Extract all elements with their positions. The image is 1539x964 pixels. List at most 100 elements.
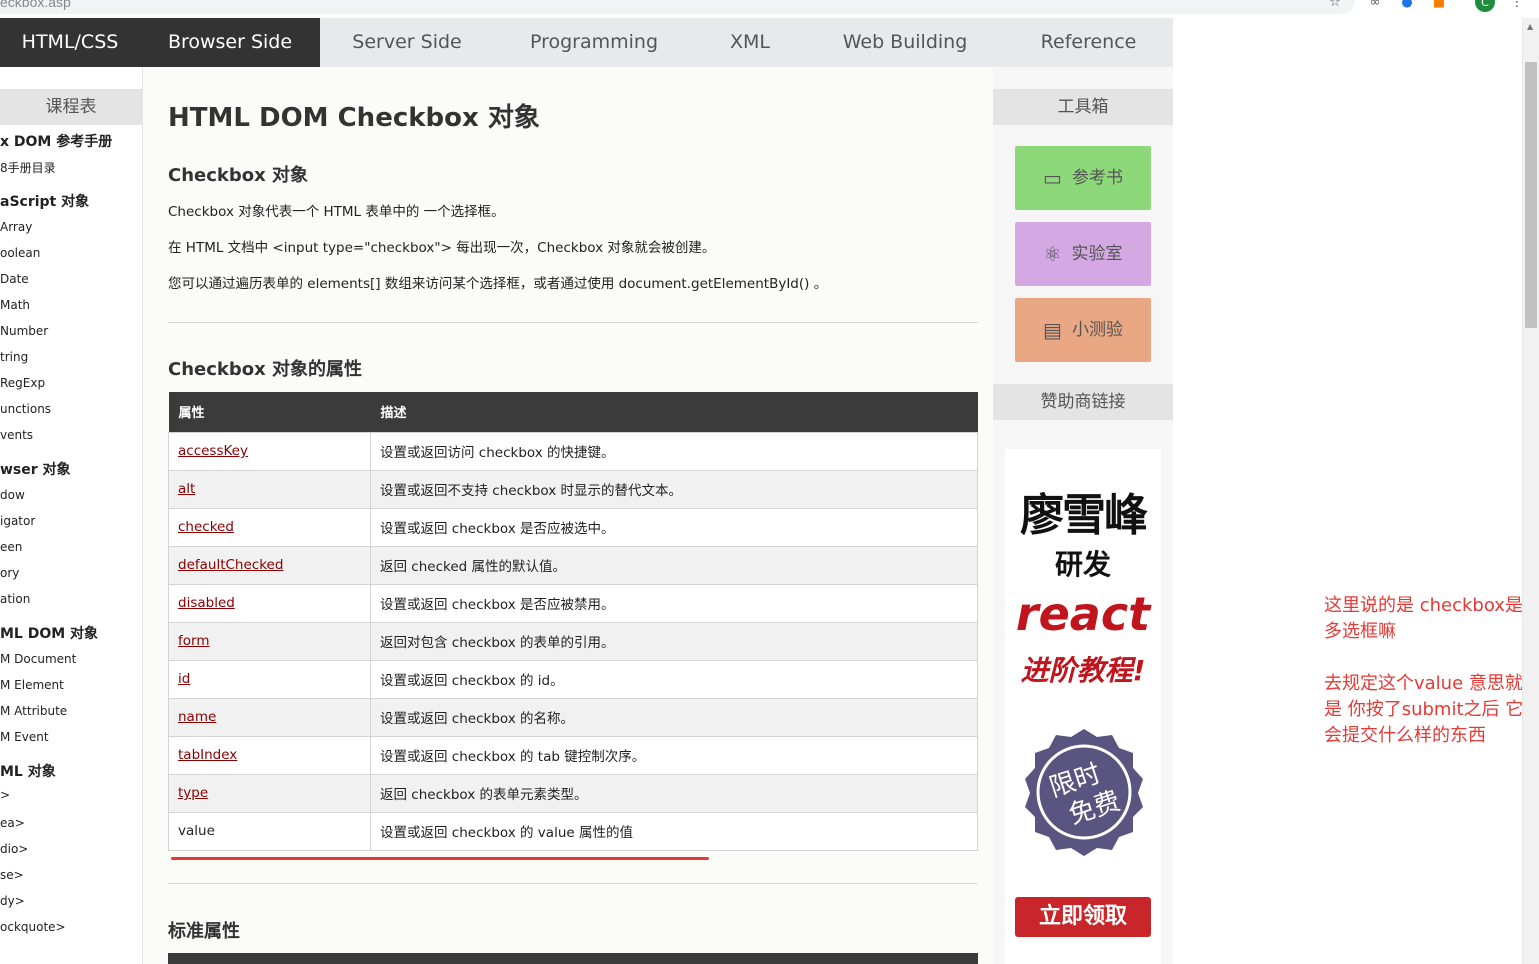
sidebar-link[interactable]: oolean xyxy=(0,246,40,260)
sidebar-link[interactable]: igator xyxy=(0,514,35,528)
sidebar-link[interactable]: se> xyxy=(0,868,24,882)
table-row: alt 设置或返回不支持 checkbox 时显示的替代文本。 xyxy=(168,469,978,509)
nav-item-server-side[interactable]: Server Side xyxy=(320,18,494,67)
section-title-standard-properties: 标准属性 xyxy=(168,921,240,942)
ad-react-text: react xyxy=(1015,587,1151,641)
property-cell: value xyxy=(168,811,371,851)
standard-properties-table-header xyxy=(168,953,978,964)
sidebar-link[interactable]: tring xyxy=(0,350,28,364)
property-link-alt[interactable]: alt xyxy=(178,481,195,497)
table-row: form 返回对包含 checkbox 的表单的引用。 xyxy=(168,621,978,661)
menu-dots-icon[interactable]: ⋮ xyxy=(1510,0,1524,10)
property-link-defaultchecked[interactable]: defaultChecked xyxy=(178,557,283,573)
sidebar-link[interactable]: Number xyxy=(0,324,48,338)
sidebar-link[interactable]: ea> xyxy=(0,816,25,830)
sidebar-link[interactable]: unctions xyxy=(0,402,51,416)
tool-button-book[interactable]: ▭ 参考书 xyxy=(1015,146,1151,210)
address-bar[interactable]: eckbox.asp xyxy=(0,0,1355,14)
web-page: HTML/CSS Browser Side Server Side Programmi… xyxy=(0,18,1522,964)
table-row: checked 设置或返回 checkbox 是否应被选中。 xyxy=(168,507,978,547)
sidebar-link[interactable]: aScript 对象 xyxy=(0,191,89,211)
description-cell: 返回 checked 属性的默认值。 xyxy=(370,545,978,585)
browser-toolbar: eckbox.asp ☆ ∞ ● ■ C ⋮ xyxy=(0,0,1539,18)
annotation-line: 多选框嘛 xyxy=(1324,621,1396,642)
property-cell: form xyxy=(168,621,371,661)
free-badge-icon: 限时 免费 xyxy=(1025,729,1143,856)
sponsor-heading: 赞助商链接 xyxy=(993,384,1173,420)
sidebar-link[interactable]: een xyxy=(0,540,22,554)
sidebar-link[interactable]: M Attribute xyxy=(0,704,67,718)
top-navigation: HTML/CSS Browser Side Server Side Programmi… xyxy=(0,18,1173,67)
sidebar-link[interactable]: RegExp xyxy=(0,376,45,390)
sidebar-link[interactable]: ML 对象 xyxy=(0,761,56,781)
sponsor-ad[interactable]: 廖雪峰 研发 react 进阶教程! 限时 免费 立即领取 xyxy=(1005,449,1161,964)
extension-icon-2[interactable]: ● xyxy=(1400,0,1414,10)
nav-item-web-building[interactable]: Web Building xyxy=(806,18,1004,67)
sidebar-link[interactable]: vents xyxy=(0,428,33,442)
profile-avatar[interactable]: C xyxy=(1475,0,1495,12)
nav-item-reference[interactable]: Reference xyxy=(1004,18,1173,67)
property-cell: defaultChecked xyxy=(168,545,371,585)
annotation-line: 去规定这个value 意思就 xyxy=(1324,673,1522,694)
column-header-property: 属性 xyxy=(168,392,371,432)
property-link-tabindex[interactable]: tabIndex xyxy=(178,747,237,763)
property-cell: checked xyxy=(168,507,371,547)
sidebar-link[interactable]: ation xyxy=(0,592,30,606)
ad-author-name: 廖雪峰 xyxy=(1020,490,1148,541)
sidebar-link[interactable]: M Document xyxy=(0,652,76,666)
sidebar-link[interactable]: dow xyxy=(0,488,25,502)
table-header-row: 属性 描述 xyxy=(168,392,978,432)
table-row: defaultChecked 返回 checked 属性的默认值。 xyxy=(168,545,978,585)
property-link-form[interactable]: form xyxy=(178,633,209,649)
nav-item-html-css[interactable]: HTML/CSS xyxy=(0,18,140,67)
property-link-checked[interactable]: checked xyxy=(178,519,234,535)
table-row: value 设置或返回 checkbox 的 value 属性的值 xyxy=(168,811,978,851)
sidebar-link[interactable]: dy> xyxy=(0,894,25,908)
sidebar-link[interactable]: M Element xyxy=(0,678,64,692)
scrollbar-thumb[interactable] xyxy=(1525,62,1537,328)
ad-course-text: 进阶教程! xyxy=(1020,654,1146,687)
properties-table: 属性 描述 accessKey 设置或返回访问 checkbox 的快捷键。 alt… xyxy=(168,392,978,851)
property-cell: tabIndex xyxy=(168,735,371,775)
extension-icon[interactable]: ∞ xyxy=(1368,0,1382,10)
property-link-id[interactable]: id xyxy=(178,671,190,687)
property-name-value: value xyxy=(178,823,215,839)
tool-button-atom[interactable]: ⚛ 实验室 xyxy=(1015,222,1151,286)
atom-icon: ⚛ xyxy=(1043,242,1062,266)
sidebar-link[interactable]: wser 对象 xyxy=(0,459,71,479)
property-link-accesskey[interactable]: accessKey xyxy=(178,443,248,459)
sidebar-link[interactable]: 8手册目录 xyxy=(0,159,56,176)
property-link-disabled[interactable]: disabled xyxy=(178,595,235,611)
property-cell: name xyxy=(168,697,371,737)
sidebar-link[interactable]: > xyxy=(0,788,10,802)
sidebar-link[interactable]: x DOM 参考手册 xyxy=(0,131,112,151)
sidebar-link[interactable]: M Event xyxy=(0,730,49,744)
sidebar-link[interactable]: dio> xyxy=(0,842,28,856)
tool-label: 小测验 xyxy=(1071,320,1123,340)
sidebar-link[interactable]: Date xyxy=(0,272,29,286)
divider-2 xyxy=(168,883,978,884)
left-sidebar: 课程表 x DOM 参考手册 8手册目录 aScript 对象 Array oolean… xyxy=(0,67,143,964)
bookmark-star-icon[interactable]: ☆ xyxy=(1328,0,1342,10)
sidebar-link[interactable]: ockquote> xyxy=(0,920,66,934)
description-cell: 设置或返回访问 checkbox 的快捷键。 xyxy=(370,431,978,471)
clipboard-icon: ▤ xyxy=(1043,318,1062,342)
sidebar-link[interactable]: ory xyxy=(0,566,19,580)
sidebar-link[interactable]: Array xyxy=(0,220,32,234)
scroll-up-arrow-icon[interactable]: ▲ xyxy=(1527,22,1533,31)
claim-now-button[interactable]: 立即领取 xyxy=(1015,897,1151,937)
property-link-type[interactable]: type xyxy=(178,785,208,801)
description-cell: 返回对包含 checkbox 的表单的引用。 xyxy=(370,621,978,661)
nav-item-xml[interactable]: XML xyxy=(694,18,806,67)
sidebar-link[interactable]: Math xyxy=(0,298,30,312)
nav-item-programming[interactable]: Programming xyxy=(494,18,694,67)
tool-label: 参考书 xyxy=(1071,168,1123,188)
property-cell: type xyxy=(168,773,371,813)
tool-button-clipboard[interactable]: ▤ 小测验 xyxy=(1015,298,1151,362)
property-link-name[interactable]: name xyxy=(178,709,216,725)
nav-item-browser-side[interactable]: Browser Side xyxy=(140,18,320,67)
table-row: disabled 设置或返回 checkbox 是否应被禁用。 xyxy=(168,583,978,623)
sidebar-link[interactable]: ML DOM 对象 xyxy=(0,623,98,643)
vertical-scrollbar[interactable]: ▲ xyxy=(1522,18,1539,964)
extension-icon-3[interactable]: ■ xyxy=(1432,0,1446,10)
